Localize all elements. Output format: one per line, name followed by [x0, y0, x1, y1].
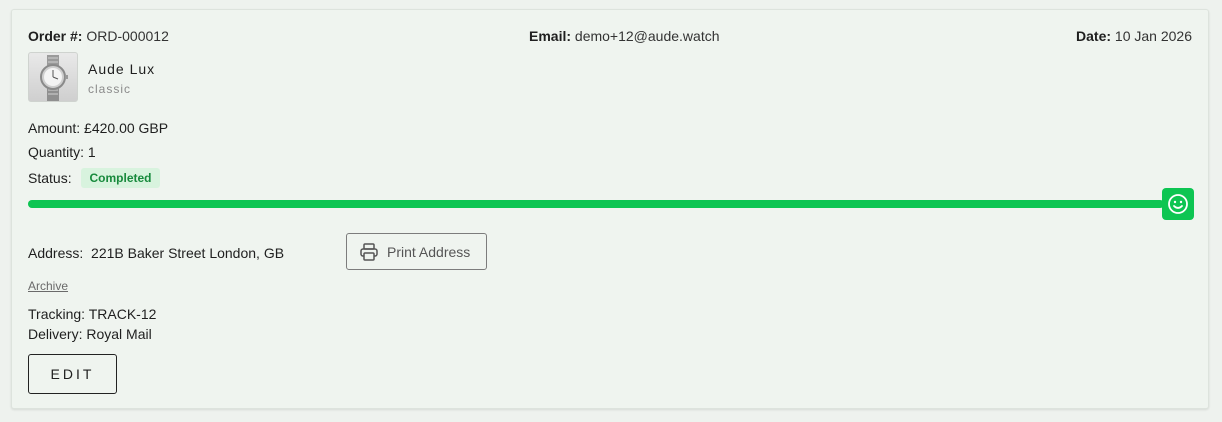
amount-value: £420.00 GBP	[84, 120, 169, 136]
date-value: 10 Jan 2026	[1114, 28, 1192, 44]
progress-handle[interactable]	[1162, 188, 1194, 220]
product-name: Aude Lux	[88, 61, 156, 77]
status-label: Status:	[28, 170, 72, 186]
watch-image	[28, 52, 78, 102]
address-label: Address:	[28, 245, 84, 261]
print-address-label: Print Address	[387, 243, 471, 260]
tracking-row: Tracking: TRACK-12	[28, 306, 156, 322]
quantity-label: Quantity:	[28, 144, 85, 160]
edit-button[interactable]: EDIT	[28, 354, 117, 394]
delivery-row: Delivery: Royal Mail	[28, 326, 152, 342]
status-row: Status: Completed	[28, 168, 160, 188]
print-address-button[interactable]: Print Address	[346, 233, 487, 270]
tracking-value: TRACK-12	[88, 306, 157, 322]
amount-row: Amount: £420.00 GBP	[28, 120, 168, 136]
amount-label: Amount:	[28, 120, 81, 136]
order-card: Order #: ORD-000012 Email: demo+12@aude.…	[11, 9, 1209, 409]
order-progress-fill	[28, 200, 1164, 208]
quantity-value: 1	[87, 144, 96, 160]
quantity-row: Quantity: 1	[28, 144, 96, 160]
address-row: Address: 221B Baker Street London, GB	[28, 245, 284, 261]
archive-link[interactable]: Archive	[28, 279, 68, 293]
printer-icon	[360, 243, 378, 261]
email-label: Email:	[529, 28, 572, 44]
delivery-label: Delivery:	[28, 326, 83, 342]
address-value: 221B Baker Street London, GB	[91, 245, 285, 261]
order-number-label: Order #:	[28, 28, 83, 44]
order-number-value: ORD-000012	[86, 28, 169, 44]
email-value: demo+12@aude.watch	[574, 28, 720, 44]
product-variant: classic	[88, 82, 132, 96]
order-email: Email: demo+12@aude.watch	[529, 28, 720, 44]
date-label: Date:	[1076, 28, 1112, 44]
delivery-value: Royal Mail	[86, 326, 152, 342]
order-date: Date: 10 Jan 2026	[1076, 28, 1192, 44]
smile-icon	[1168, 194, 1188, 214]
order-number: Order #: ORD-000012	[28, 28, 169, 44]
order-progress-bar	[28, 200, 1164, 208]
order-header: Order #: ORD-000012 Email: demo+12@aude.…	[28, 28, 1192, 46]
tracking-label: Tracking:	[28, 306, 86, 322]
status-badge: Completed	[81, 168, 160, 188]
